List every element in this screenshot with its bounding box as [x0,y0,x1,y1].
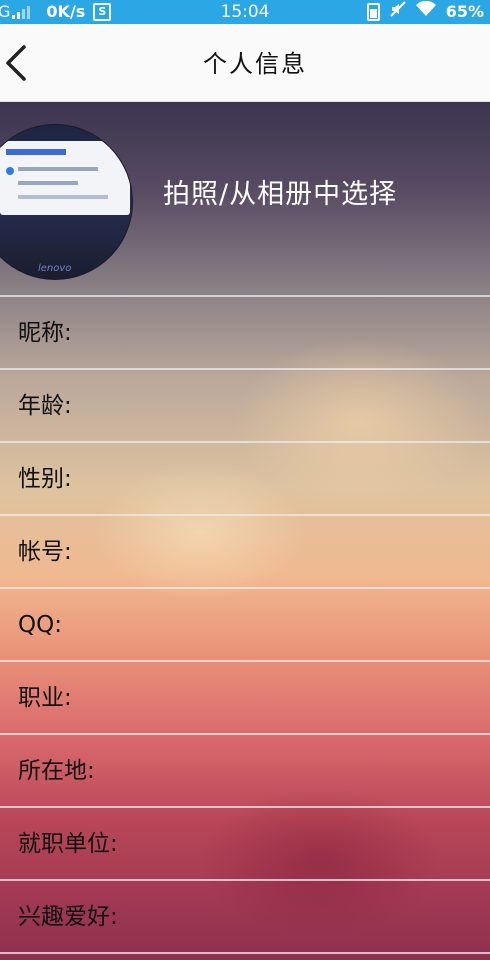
avatar-section[interactable]: lenovo 拍照/从相册中选择 [0,102,490,295]
field-row-location[interactable]: 所在地: [0,733,490,806]
avatar[interactable]: lenovo [0,124,133,280]
field-row-qq[interactable]: QQ: [0,587,490,660]
photo-picker-button[interactable]: 拍照/从相册中选择 [163,172,397,211]
battery-level: 65% [445,2,484,21]
field-label: 就职单位: [18,831,118,857]
back-button[interactable] [0,24,60,101]
divider [0,952,490,954]
field-value [140,735,470,806]
field-value [140,589,470,660]
field-row-occupation[interactable]: 职业: [0,660,490,733]
wifi-icon [415,0,436,24]
field-value [140,662,470,733]
field-value [140,516,470,587]
mute-icon [389,0,406,24]
field-row-account[interactable]: 帐号: [0,514,490,587]
field-label: 职业: [18,685,72,711]
field-label: 昵称: [18,320,72,346]
field-value [140,808,470,879]
field-label: 年龄: [18,393,72,419]
field-label: QQ: [18,612,62,638]
field-value [140,881,470,952]
chevron-left-icon [6,44,26,81]
field-label: 所在地: [18,758,95,784]
avatar-photo-screen [0,141,130,215]
field-value [140,370,470,441]
field-row-gender[interactable]: 性别: [0,441,490,514]
field-row-hobbies[interactable]: 兴趣爱好: [0,879,490,952]
field-value [140,443,470,514]
field-label: 性别: [18,466,72,492]
field-label: 兴趣爱好: [18,904,118,930]
field-row-nickname[interactable]: 昵称: [0,295,490,368]
title-bar: 个人信息 [0,24,490,102]
field-value [140,297,470,368]
status-bar: G 0K/s S 15:04 65% [0,0,490,24]
page-title: 个人信息 [203,50,307,78]
field-label: 帐号: [18,539,72,565]
profile-fields: 昵称: 年龄: 性别: 帐号: QQ: 职业: 所在地: 就职单位: 兴趣爱好: [0,295,490,954]
charging-icon [366,3,380,21]
field-row-age[interactable]: 年龄: [0,368,490,441]
field-row-employer[interactable]: 就职单位: [0,806,490,879]
avatar-brand-text: lenovo [38,263,72,274]
